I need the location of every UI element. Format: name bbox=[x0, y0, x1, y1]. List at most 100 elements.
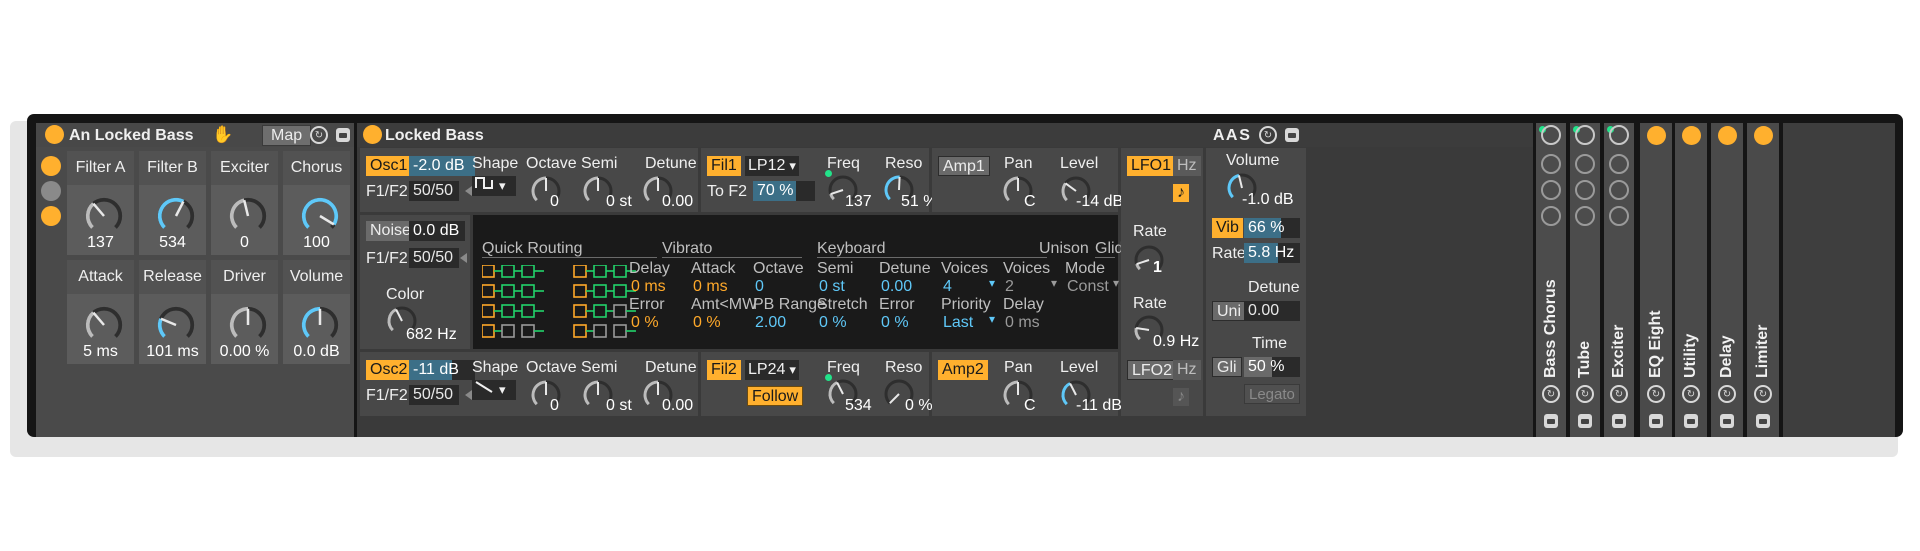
display-param-value[interactable]: 0 bbox=[755, 279, 764, 295]
vib-rate-label: Rate bbox=[1212, 245, 1246, 262]
macro-1[interactable]: Filter A 137 bbox=[67, 151, 134, 255]
device-view-icon[interactable] bbox=[41, 206, 61, 226]
synth-save-icon[interactable] bbox=[1285, 128, 1299, 142]
osc2-level[interactable]: -11 dB bbox=[409, 360, 475, 380]
save-icon[interactable] bbox=[1578, 414, 1592, 428]
osc2-f1f2[interactable]: 50/50 bbox=[409, 385, 459, 405]
macro-view-icon[interactable] bbox=[41, 156, 61, 176]
osc1-level[interactable]: -2.0 dB bbox=[409, 156, 475, 176]
dropdown-arrow-icon[interactable]: ▾ bbox=[1113, 277, 1119, 289]
dropdown-arrow-icon[interactable]: ▾ bbox=[989, 277, 995, 289]
lfo2-toggle[interactable]: LFO2 bbox=[1127, 360, 1178, 380]
osc1-toggle[interactable]: Osc1 bbox=[366, 156, 412, 176]
uni-toggle[interactable]: Uni bbox=[1212, 301, 1247, 321]
macro-5[interactable]: Attack 5 ms bbox=[67, 260, 134, 364]
fil1-to-f2[interactable]: 70 % bbox=[753, 181, 815, 201]
macro-value: 137 bbox=[87, 234, 114, 251]
display-param-value[interactable]: 0 % bbox=[693, 315, 721, 331]
display-param-value[interactable]: 2.00 bbox=[755, 315, 786, 331]
dropdown-arrow-icon[interactable]: ▾ bbox=[1051, 277, 1057, 289]
hot-swap-icon[interactable]: ↻ bbox=[1682, 385, 1700, 403]
vib-toggle[interactable]: Vib bbox=[1212, 218, 1243, 238]
noise-f1f2[interactable]: 50/50 bbox=[409, 248, 459, 268]
amp2-pan-label: Pan bbox=[1004, 359, 1033, 376]
display-param-value[interactable]: 0 % bbox=[819, 315, 847, 331]
hot-swap-icon[interactable]: ↻ bbox=[1718, 385, 1736, 403]
synth-activator[interactable] bbox=[363, 125, 382, 144]
osc2-semi-value: 0 st bbox=[606, 397, 632, 414]
device-delay[interactable]: Delay ↻ bbox=[1711, 123, 1743, 437]
uni-detune[interactable]: 0.00 bbox=[1244, 301, 1300, 321]
vib-amount[interactable]: 66 % bbox=[1244, 218, 1300, 238]
fil2-follow-button[interactable]: Follow bbox=[747, 386, 804, 406]
display-param-value[interactable]: 0 % bbox=[881, 315, 909, 331]
device-tube[interactable]: Tube ↻ bbox=[1570, 123, 1600, 437]
hot-swap-icon[interactable]: ↻ bbox=[1542, 385, 1560, 403]
rack-activator[interactable] bbox=[45, 125, 64, 144]
save-icon[interactable] bbox=[336, 128, 350, 142]
device-bass-chorus[interactable]: Bass Chorus ↻ bbox=[1536, 123, 1566, 437]
lfo2-sync-button[interactable]: ♪ bbox=[1173, 388, 1189, 406]
display-param-value[interactable]: Last bbox=[943, 315, 973, 331]
display-param-value[interactable]: 0 st bbox=[819, 279, 845, 295]
hot-swap-icon[interactable]: ↻ bbox=[1647, 385, 1665, 403]
glide-time[interactable]: 50 % bbox=[1244, 357, 1300, 377]
lfo1-toggle[interactable]: LFO1 bbox=[1127, 156, 1176, 176]
display-param-value[interactable]: 4 bbox=[943, 279, 952, 295]
noise-toggle[interactable]: Noise bbox=[366, 221, 415, 241]
macro-6[interactable]: Release 101 ms bbox=[139, 260, 206, 364]
chain-list-icon[interactable] bbox=[41, 181, 61, 201]
display-param-value[interactable]: 0 ms bbox=[1005, 315, 1040, 331]
amp1-toggle[interactable]: Amp1 bbox=[938, 156, 990, 176]
hot-swap-icon[interactable]: ↻ bbox=[1610, 385, 1628, 403]
dropdown-arrow-icon[interactable]: ▾ bbox=[989, 313, 995, 325]
device-exciter[interactable]: Exciter ↻ bbox=[1604, 123, 1634, 437]
hot-swap-icon[interactable]: ↻ bbox=[1754, 385, 1772, 403]
display-param-value[interactable]: 0 ms bbox=[693, 279, 728, 295]
synth-hot-swap-icon[interactable]: ↻ bbox=[1259, 126, 1277, 144]
fil2-toggle[interactable]: Fil2 bbox=[707, 360, 741, 380]
display-param-value[interactable]: 2 bbox=[1005, 279, 1014, 295]
fil2-type-select[interactable]: LP24 bbox=[745, 360, 799, 380]
hot-swap-icon[interactable]: ↻ bbox=[1576, 385, 1594, 403]
display-param-value[interactable]: Const bbox=[1067, 279, 1109, 295]
macro-2[interactable]: Filter B 534 bbox=[139, 151, 206, 255]
lfo1-hz-button[interactable]: Hz bbox=[1173, 156, 1201, 176]
gli-toggle[interactable]: Gli bbox=[1212, 357, 1242, 377]
save-icon[interactable] bbox=[1720, 414, 1734, 428]
macro-7[interactable]: Driver 0.00 % bbox=[211, 260, 278, 364]
hot-swap-icon[interactable]: ↻ bbox=[310, 126, 328, 144]
aas-logo: A A S bbox=[1213, 127, 1250, 144]
device-eq-eight[interactable]: EQ Eight ↻ bbox=[1640, 123, 1672, 437]
osc2-toggle[interactable]: Osc2 bbox=[366, 360, 412, 380]
display-param-value[interactable]: 0 % bbox=[631, 315, 659, 331]
amp2-toggle[interactable]: Amp2 bbox=[938, 360, 988, 380]
device-utility[interactable]: Utility ↻ bbox=[1675, 123, 1707, 437]
save-icon[interactable] bbox=[1544, 414, 1558, 428]
macro-4[interactable]: Chorus 100 bbox=[283, 151, 350, 255]
osc2-shape-select[interactable] bbox=[472, 380, 516, 400]
vib-rate[interactable]: 5.8 Hz bbox=[1244, 243, 1300, 263]
display-param-value[interactable]: 0.00 bbox=[881, 279, 912, 295]
display-param-value[interactable]: 0 ms bbox=[631, 279, 666, 295]
save-icon[interactable] bbox=[1756, 414, 1770, 428]
osc1-detune-value: 0.00 bbox=[662, 193, 694, 210]
fil1-toggle[interactable]: Fil1 bbox=[707, 156, 741, 176]
legato-button[interactable]: Legato bbox=[1244, 384, 1300, 404]
synth-device: Locked Bass A A S ↻ Osc1 -2.0 dB F1/F2 5… bbox=[357, 123, 1533, 437]
osc1-f1f2[interactable]: 50/50 bbox=[409, 181, 459, 201]
fil1-type-select[interactable]: LP12 bbox=[745, 156, 799, 176]
macro-3[interactable]: Exciter 0 bbox=[211, 151, 278, 255]
device-limiter[interactable]: Limiter ↻ bbox=[1747, 123, 1779, 437]
device-name: Bass Chorus bbox=[1542, 279, 1559, 378]
osc1-shape-label: Shape bbox=[472, 155, 519, 172]
save-icon[interactable] bbox=[1649, 414, 1663, 428]
save-icon[interactable] bbox=[1612, 414, 1626, 428]
map-button[interactable]: Map bbox=[262, 125, 312, 146]
lfo2-hz-button[interactable]: Hz bbox=[1173, 360, 1201, 380]
noise-level[interactable]: 0.0 dB bbox=[409, 221, 465, 241]
lfo1-sync-button[interactable]: ♪ bbox=[1173, 184, 1189, 202]
save-icon[interactable] bbox=[1684, 414, 1698, 428]
macro-8[interactable]: Volume 0.0 dB bbox=[283, 260, 350, 364]
osc1-shape-select[interactable] bbox=[472, 176, 516, 196]
